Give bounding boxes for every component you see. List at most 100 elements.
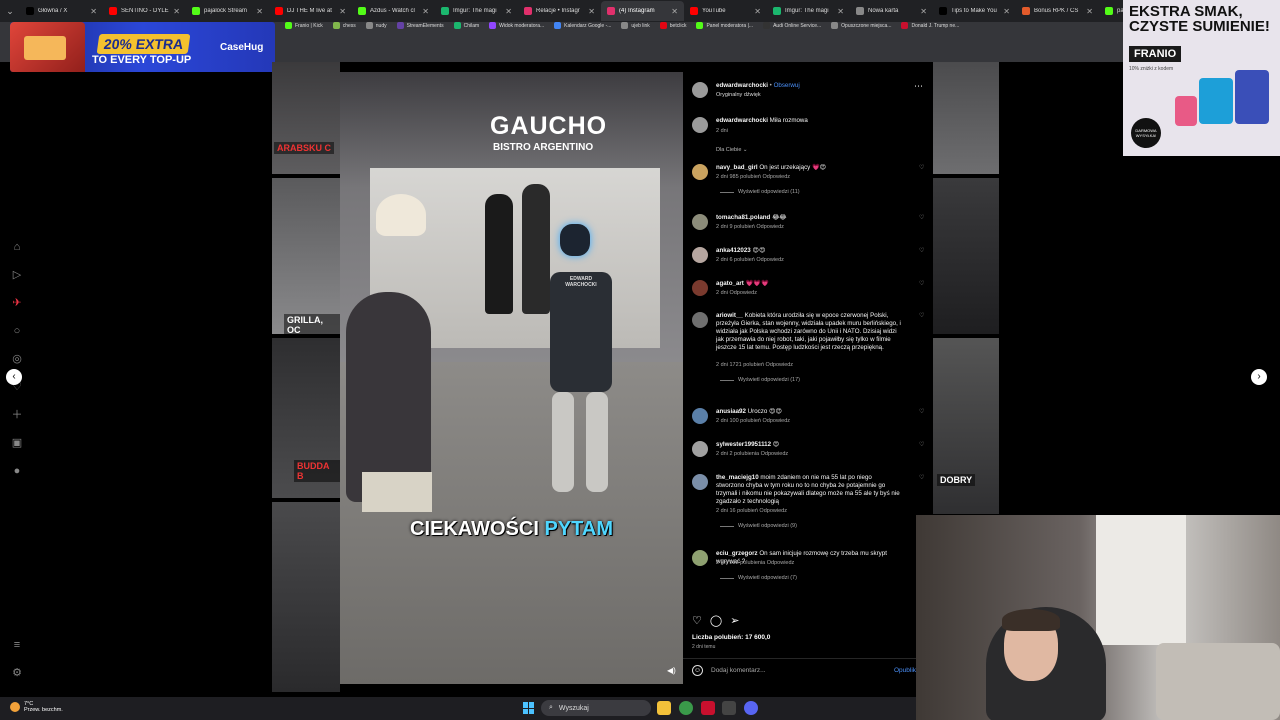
- browser-tab[interactable]: DJ THE M live at ✕: [269, 1, 352, 21]
- bookmark-item[interactable]: StreamElements: [396, 22, 444, 29]
- bookmark-item[interactable]: Panel moderatora |...: [696, 22, 753, 29]
- comment-like-icon[interactable]: ♡: [919, 280, 924, 287]
- next-arrow-icon[interactable]: ›: [1251, 369, 1267, 385]
- comment-avatar[interactable]: [692, 408, 708, 424]
- comment-meta[interactable]: 2 dni 985 polubień Odpowiedz: [716, 174, 790, 180]
- browser-tab[interactable]: pajalock Stream ✕: [186, 1, 269, 21]
- add-comment-input[interactable]: Dodaj komentarz...: [711, 667, 766, 674]
- comment-like-icon[interactable]: ♡: [919, 164, 924, 171]
- close-icon[interactable]: ✕: [588, 7, 595, 16]
- windows-start-icon[interactable]: [523, 702, 535, 714]
- home-icon[interactable]: ⌂: [10, 240, 24, 254]
- app-icon[interactable]: [722, 701, 736, 715]
- comment-meta[interactable]: 2 dni 6 polubień Odpowiedz: [716, 257, 784, 263]
- search-icon[interactable]: ○: [10, 324, 24, 338]
- comment-avatar[interactable]: [692, 550, 708, 566]
- audio-label[interactable]: Oryginalny dźwięk: [716, 92, 761, 98]
- comment-like-icon[interactable]: ♡: [919, 474, 924, 481]
- comment-avatar[interactable]: [692, 280, 708, 296]
- comment-meta[interactable]: 2 dni 100 polubień Odpowiedz: [716, 418, 790, 424]
- background-video-tile[interactable]: [933, 178, 999, 334]
- create-icon[interactable]: ＋: [10, 408, 24, 422]
- taskbar-search[interactable]: ⌕ Wyszukaj: [541, 700, 651, 716]
- browser-tab[interactable]: Nowa karta ✕: [850, 1, 933, 21]
- background-video-tile[interactable]: ARABSKU C: [272, 62, 340, 174]
- comment-username[interactable]: tomacha81.poland: [716, 214, 770, 221]
- bookmark-item[interactable]: Donald J. Trump ne...: [901, 22, 959, 29]
- comment-username[interactable]: eciu_grzegorz: [716, 550, 758, 557]
- comment-username[interactable]: agato_art: [716, 280, 744, 287]
- close-icon[interactable]: ✕: [920, 7, 927, 16]
- comment-avatar[interactable]: [692, 164, 708, 180]
- close-icon[interactable]: ✕: [339, 7, 346, 16]
- comment-icon[interactable]: ◯: [710, 614, 722, 627]
- bookmark-item[interactable]: chess: [332, 22, 356, 29]
- background-video-tile[interactable]: DOBRY: [933, 338, 999, 514]
- bookmark-item[interactable]: ujeb link: [621, 22, 650, 29]
- comment-avatar[interactable]: [692, 474, 708, 490]
- background-video-tile[interactable]: BUDDA B: [272, 338, 340, 498]
- comment-username[interactable]: navy_bad_girl: [716, 164, 758, 171]
- bookmark-item[interactable]: Franio | Kick: [285, 22, 323, 29]
- comment-meta[interactable]: 2 dni 16 polubień Odpowiedz: [716, 508, 787, 514]
- like-icon[interactable]: ♡: [692, 614, 702, 627]
- close-icon[interactable]: ✕: [1086, 7, 1093, 16]
- comment-username[interactable]: the_maciejg10: [716, 474, 759, 481]
- sort-dropdown[interactable]: Dla Ciebie ⌄: [716, 147, 748, 153]
- comment-like-icon[interactable]: ♡: [919, 214, 924, 221]
- emoji-icon[interactable]: ☺: [692, 665, 703, 676]
- comment-meta[interactable]: 2 dni 2 polubienia Odpowiedz: [716, 451, 788, 457]
- author-avatar[interactable]: [692, 82, 708, 98]
- browser-tab[interactable]: Tips to Make You ✕: [933, 1, 1016, 21]
- more-icon[interactable]: ⚙: [10, 666, 24, 680]
- close-icon[interactable]: ✕: [90, 7, 97, 16]
- browser-tab[interactable]: Azdus - Watch cl ✕: [352, 1, 435, 21]
- view-replies-button[interactable]: Wyświetl odpowiedzi (9): [720, 523, 797, 529]
- comment-avatar[interactable]: [692, 247, 708, 263]
- bookmark-item[interactable]: Kalendarz Google -...: [554, 22, 611, 29]
- messages-icon[interactable]: ✈: [10, 296, 24, 310]
- likes-count[interactable]: Liczba polubień: 17 600,0: [692, 634, 770, 641]
- weather-widget[interactable]: 7°C Przew. bezchm.: [10, 701, 63, 713]
- reel-video[interactable]: GAUCHO BISTRO ARGENTINO EDWARD WARCHOCKI…: [340, 72, 683, 684]
- follow-button[interactable]: Obserwuj: [774, 82, 800, 89]
- view-replies-button[interactable]: Wyświetl odpowiedzi (11): [720, 189, 800, 195]
- tab-search-icon[interactable]: ⌄: [0, 0, 20, 22]
- view-replies-button[interactable]: Wyświetl odpowiedzi (7): [720, 575, 797, 581]
- close-icon[interactable]: ✕: [837, 7, 844, 16]
- volume-icon[interactable]: ◀): [667, 666, 676, 675]
- file-explorer-icon[interactable]: [657, 701, 671, 715]
- browser-tab[interactable]: (4) Instagram ✕: [601, 1, 684, 21]
- profile-icon[interactable]: ●: [10, 464, 24, 478]
- author-avatar[interactable]: [692, 117, 708, 133]
- bookmark-item[interactable]: Chilam: [453, 22, 479, 29]
- close-icon[interactable]: ✕: [505, 7, 512, 16]
- close-icon[interactable]: ✕: [173, 7, 180, 16]
- app-icon[interactable]: [701, 701, 715, 715]
- close-icon[interactable]: ✕: [1003, 7, 1010, 16]
- comment-meta[interactable]: 2 dni Odpowiedz: [716, 290, 757, 296]
- comment-username[interactable]: anusiaa92: [716, 408, 746, 415]
- caption-author[interactable]: edwardwarchocki: [716, 117, 768, 124]
- more-options-icon[interactable]: ⋯: [914, 82, 923, 91]
- comment-avatar[interactable]: [692, 312, 708, 328]
- casehug-ad-banner[interactable]: 20% EXTRA TO EVERY TOP-UP CaseHug: [10, 22, 275, 72]
- background-video-tile[interactable]: GRILLA, OC: [272, 178, 340, 334]
- browser-tab[interactable]: Relacje • Instagr ✕: [518, 1, 601, 21]
- browser-tab[interactable]: Imgur: The magi ✕: [435, 1, 518, 21]
- browser-tab[interactable]: Imgur: The magi ✕: [767, 1, 850, 21]
- background-video-tile[interactable]: [272, 502, 340, 692]
- browser-tab[interactable]: SENTINO - DYLE ✕: [103, 1, 186, 21]
- comment-like-icon[interactable]: ♡: [919, 247, 924, 254]
- comment-like-icon[interactable]: ♡: [919, 312, 924, 319]
- comment-like-icon[interactable]: ♡: [919, 441, 924, 448]
- view-replies-button[interactable]: Wyświetl odpowiedzi (17): [720, 377, 800, 383]
- comment-username[interactable]: anka412023: [716, 247, 751, 254]
- menu-icon[interactable]: ≡: [10, 638, 24, 652]
- share-icon[interactable]: ➢: [730, 614, 739, 627]
- comment-username[interactable]: sylwester19951112: [716, 441, 771, 448]
- close-icon[interactable]: ✕: [256, 7, 263, 16]
- bookmark-item[interactable]: nudy: [365, 22, 387, 29]
- close-icon[interactable]: ✕: [422, 7, 429, 16]
- close-icon[interactable]: ✕: [754, 7, 761, 16]
